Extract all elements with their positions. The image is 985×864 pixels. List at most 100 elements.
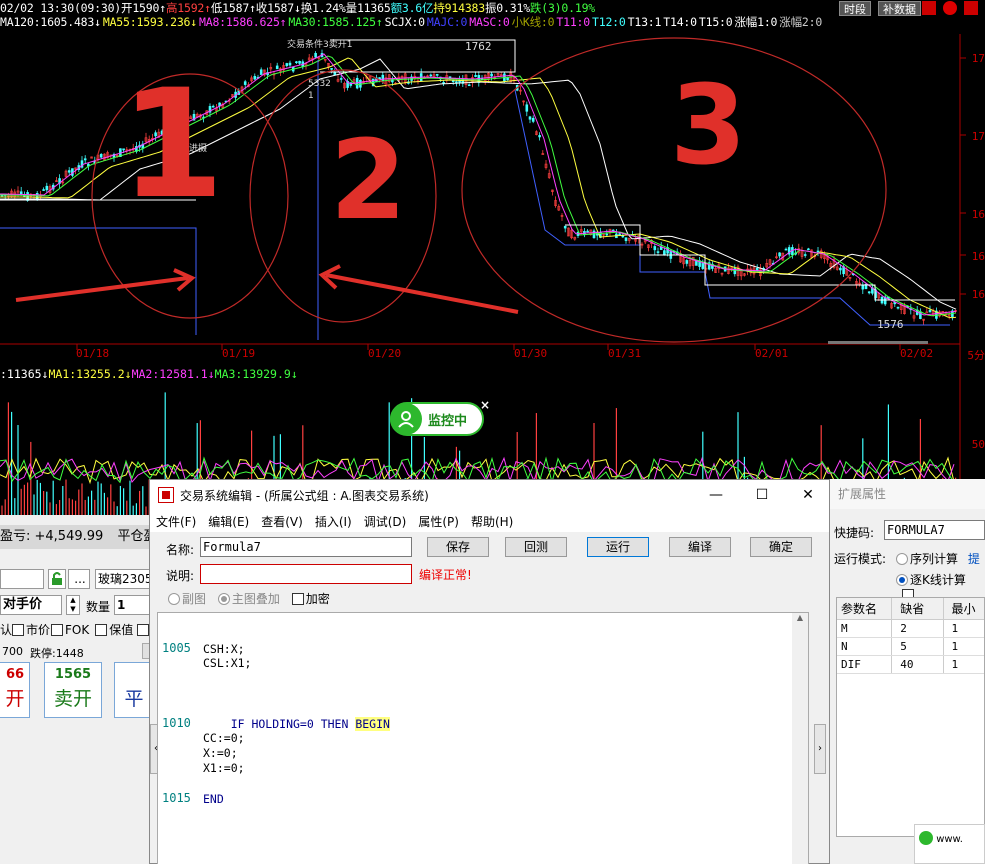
param-min[interactable]: 1 <box>944 656 984 673</box>
pnl-text: 盈亏: +4,549.99 <box>0 529 104 544</box>
param-default[interactable]: 40 <box>892 656 944 673</box>
indicator-value: T15:0 <box>698 15 733 29</box>
account-input[interactable] <box>0 569 44 589</box>
close-icon[interactable]: × <box>480 398 490 412</box>
shortcut-input[interactable]: FORMULA7 <box>884 520 985 540</box>
buy-open-button[interactable]: 66 开 <box>0 662 30 718</box>
code-line[interactable]: CSH:X; <box>203 642 245 656</box>
code-line[interactable]: END <box>203 792 224 806</box>
backtest-button[interactable]: 回测 <box>505 537 567 557</box>
minimize-button[interactable]: — <box>693 480 739 510</box>
code-keyword-begin: BEGIN <box>355 717 390 731</box>
mode-tick-radio[interactable] <box>896 574 908 586</box>
code-line[interactable]: X:=0; <box>203 746 238 760</box>
compile-button[interactable]: 编译 <box>669 537 731 557</box>
run-button[interactable]: 运行 <box>587 537 649 557</box>
extra-checkbox[interactable] <box>137 624 150 636</box>
date-label: 01/18 <box>76 347 110 360</box>
main-overlay-radio[interactable] <box>217 593 230 605</box>
candle-body <box>298 60 301 64</box>
quote-field: 高1592↑ <box>165 1 211 15</box>
menu-debug[interactable]: 调试(D) <box>364 513 407 530</box>
col-default[interactable]: 缺省 <box>892 598 944 619</box>
candle-body <box>563 225 567 229</box>
candle-body <box>451 80 455 82</box>
code-line[interactable]: CC:=0; <box>203 731 245 745</box>
buy-action: 开 <box>5 688 25 710</box>
contract-input[interactable]: 玻璃2305 <box>95 569 150 589</box>
col-param-name[interactable]: 参数名 <box>837 598 893 619</box>
col-min[interactable]: 最小 <box>944 598 984 619</box>
lock-icon[interactable] <box>48 569 66 589</box>
annotation-2: 2 <box>330 116 407 244</box>
more-button[interactable]: ... <box>68 569 90 589</box>
code-editor[interactable]: 1005 CSH:X; CSL:X1; 1010 IF HOLDING=0 TH… <box>157 612 809 864</box>
param-name[interactable]: N <box>837 638 893 655</box>
param-min[interactable]: 1 <box>944 638 984 655</box>
menu-edit[interactable]: 编辑(E) <box>208 513 249 530</box>
code-line[interactable]: IF HOLDING=0 THEN BEGIN <box>203 717 390 731</box>
menu-view[interactable]: 查看(V) <box>261 513 303 530</box>
sell-open-button[interactable]: 1565 卖开 <box>44 662 102 718</box>
fill-data-button[interactable]: 补数据 <box>878 1 921 16</box>
sub-chart-radio[interactable] <box>168 593 180 605</box>
close-button[interactable]: ✕ <box>785 480 831 510</box>
param-name[interactable]: M <box>837 620 893 637</box>
price-type-spinner[interactable]: ▲ ▼ <box>66 595 80 615</box>
scroll-up-arrow[interactable]: ▲ <box>792 613 808 622</box>
fok-checkbox[interactable] <box>51 624 64 636</box>
desc-input[interactable] <box>200 564 412 584</box>
parameter-table[interactable]: 参数名 缺省 最小 M 2 1 N 5 1 DIF 40 1 <box>836 597 985 837</box>
candle-body <box>99 153 103 158</box>
code-line[interactable]: X1:=0; <box>203 761 245 775</box>
close-pnl-tab[interactable]: 平仓盈 <box>117 529 150 544</box>
name-input[interactable]: Formula7 <box>200 537 412 557</box>
settings-icon[interactable] <box>964 1 978 15</box>
price-type-select[interactable]: 对手价 <box>0 595 62 615</box>
candle-body <box>330 68 333 70</box>
candle-body <box>339 78 343 80</box>
menu-insert[interactable]: 插入(I) <box>315 513 352 530</box>
ma-indicator-line: MA120:1605.483↓ MA55:1593.236↓ MA8:1586.62… <box>0 14 985 36</box>
maximize-button[interactable]: ☐ <box>739 480 785 510</box>
price-chart[interactable]: 02/02 13:30(09:30)开1590↑高1592↑低1587↑收158… <box>0 0 985 365</box>
candle-body <box>586 230 589 233</box>
save-button[interactable]: 保存 <box>427 537 489 557</box>
param-default[interactable]: 5 <box>892 638 944 655</box>
code-scrollbar[interactable]: ▲ <box>792 613 808 864</box>
param-default[interactable]: 2 <box>892 620 944 637</box>
market-option: 市价 <box>26 623 51 637</box>
market-checkbox[interactable] <box>12 624 25 636</box>
table-row[interactable]: M 2 1 <box>837 620 984 638</box>
table-row[interactable]: N 5 1 <box>837 638 984 656</box>
candle-body <box>624 237 628 241</box>
trading-system-editor[interactable]: 交易系统编辑 - (所属公式组 : A.图表交易系统) — ☐ ✕ 文件(F) … <box>149 479 830 864</box>
encrypt-checkbox[interactable] <box>291 593 304 605</box>
close-position-button[interactable]: 平 <box>114 662 154 718</box>
menu-help[interactable]: 帮助(H) <box>471 513 513 530</box>
signal-number: 5332 <box>308 79 331 89</box>
name-label: 名称: <box>166 543 195 557</box>
monitor-badge[interactable]: 监控中 <box>390 402 484 436</box>
collapse-right-arrow[interactable]: › <box>814 724 826 774</box>
volume-indicator-value: :11365↓ <box>0 367 49 381</box>
menu-bar: 文件(F) 编辑(E) 查看(V) 插入(I) 调试(D) 属性(P) 帮助(H… <box>150 510 829 532</box>
alarm-icon[interactable] <box>922 1 936 15</box>
notify-icon[interactable] <box>943 1 957 15</box>
ok-button[interactable]: 确定 <box>750 537 812 557</box>
hedge-checkbox[interactable] <box>95 624 108 636</box>
menu-file[interactable]: 文件(F) <box>156 513 196 530</box>
menu-properties[interactable]: 属性(P) <box>418 513 459 530</box>
param-min[interactable]: 1 <box>944 620 984 637</box>
timeframe-button[interactable]: 时段 <box>839 1 871 16</box>
mode-extra-link[interactable]: 提 <box>968 552 980 566</box>
candle-body <box>435 74 439 76</box>
table-row[interactable]: DIF 40 1 <box>837 656 984 674</box>
quote-field: 换1.24% <box>300 1 346 15</box>
code-line[interactable]: CSL:X1; <box>203 656 251 670</box>
editor-titlebar[interactable]: 交易系统编辑 - (所属公式组 : A.图表交易系统) — ☐ ✕ <box>150 480 829 510</box>
param-name[interactable]: DIF <box>837 656 893 673</box>
mode-seq-radio[interactable] <box>896 553 908 565</box>
indicator-value: 小K线:0 <box>511 15 555 29</box>
qty-input[interactable]: 1 <box>114 595 150 615</box>
